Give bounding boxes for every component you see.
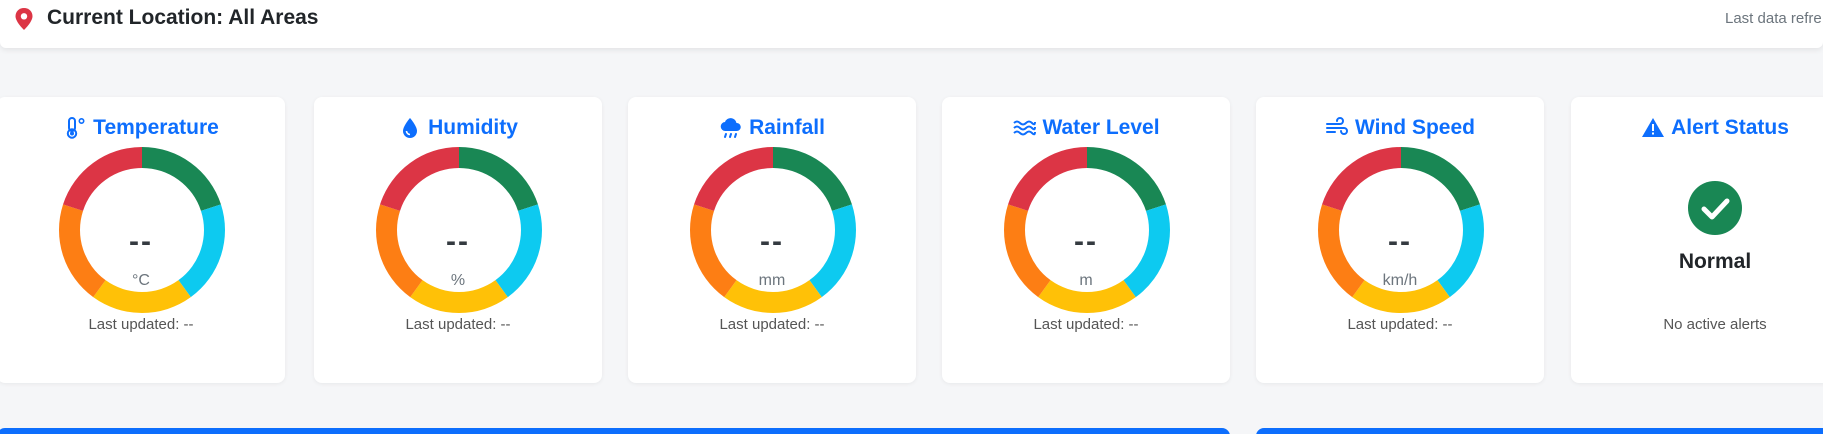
- alert-status-title: Alert Status: [1671, 116, 1789, 139]
- rainfall-value: --: [760, 225, 784, 258]
- wind-speed-title: Wind Speed: [1355, 116, 1475, 139]
- wind-speed-value: --: [1388, 225, 1412, 258]
- last-refresh-text: Last data refre: [1725, 10, 1822, 27]
- warning-triangle-icon: [1642, 118, 1665, 137]
- water-level-card-header: Water Level: [942, 114, 1230, 142]
- rainfall-card-header: Rainfall: [628, 114, 916, 142]
- temperature-value: --: [129, 225, 153, 258]
- water-level-unit: m: [1079, 272, 1093, 289]
- alert-status-card: Alert Status Normal No active alerts: [1571, 97, 1823, 383]
- alert-status-value: Normal: [1678, 250, 1752, 273]
- wind-speed-card-header: Wind Speed: [1256, 114, 1544, 142]
- map-pin-icon: [15, 8, 33, 30]
- water-level-card: Water Level -- m Last updated: --: [942, 97, 1230, 383]
- humidity-card: Humidity -- % Last updated: --: [314, 97, 602, 383]
- wind-speed-card: Wind Speed -- km/h Last updated: --: [1256, 97, 1544, 383]
- droplet-icon: [403, 118, 418, 138]
- water-waves-icon: [1013, 120, 1037, 136]
- rainfall-unit: mm: [758, 272, 786, 289]
- temperature-card: Temperature -- °C Last updated: --: [0, 97, 285, 383]
- rainfall-last-updated: Last updated: --: [719, 316, 825, 333]
- alert-message: No active alerts: [1663, 316, 1767, 333]
- temperature-last-updated: Last updated: --: [88, 316, 194, 333]
- current-location-title: Current Location: All Areas: [47, 6, 319, 29]
- water-level-last-updated: Last updated: --: [1033, 316, 1139, 333]
- cloud-rain-icon: [720, 118, 741, 138]
- location-header: Current Location: All Areas Last data re…: [0, 0, 1823, 48]
- humidity-unit: %: [450, 272, 466, 289]
- water-level-title: Water Level: [1042, 116, 1160, 139]
- humidity-last-updated: Last updated: --: [405, 316, 511, 333]
- thermometer-icon: [66, 117, 85, 139]
- rainfall-card: Rainfall -- mm Last updated: --: [628, 97, 916, 383]
- water-level-value: --: [1074, 225, 1098, 258]
- temperature-unit: °C: [132, 272, 150, 289]
- wind-speed-unit: km/h: [1382, 272, 1418, 289]
- check-circle-icon: [1688, 181, 1742, 235]
- wind-speed-last-updated: Last updated: --: [1347, 316, 1453, 333]
- bottom-panel-left-header: [0, 428, 1230, 434]
- rainfall-title: Rainfall: [749, 116, 825, 139]
- humidity-title: Humidity: [428, 116, 518, 139]
- temperature-title: Temperature: [93, 116, 219, 139]
- humidity-value: --: [446, 225, 470, 258]
- wind-icon: [1326, 117, 1348, 135]
- alert-status-card-header: Alert Status: [1571, 114, 1823, 142]
- humidity-card-header: Humidity: [314, 114, 602, 142]
- bottom-panel-right-header: [1256, 428, 1823, 434]
- temperature-card-header: Temperature: [0, 114, 285, 142]
